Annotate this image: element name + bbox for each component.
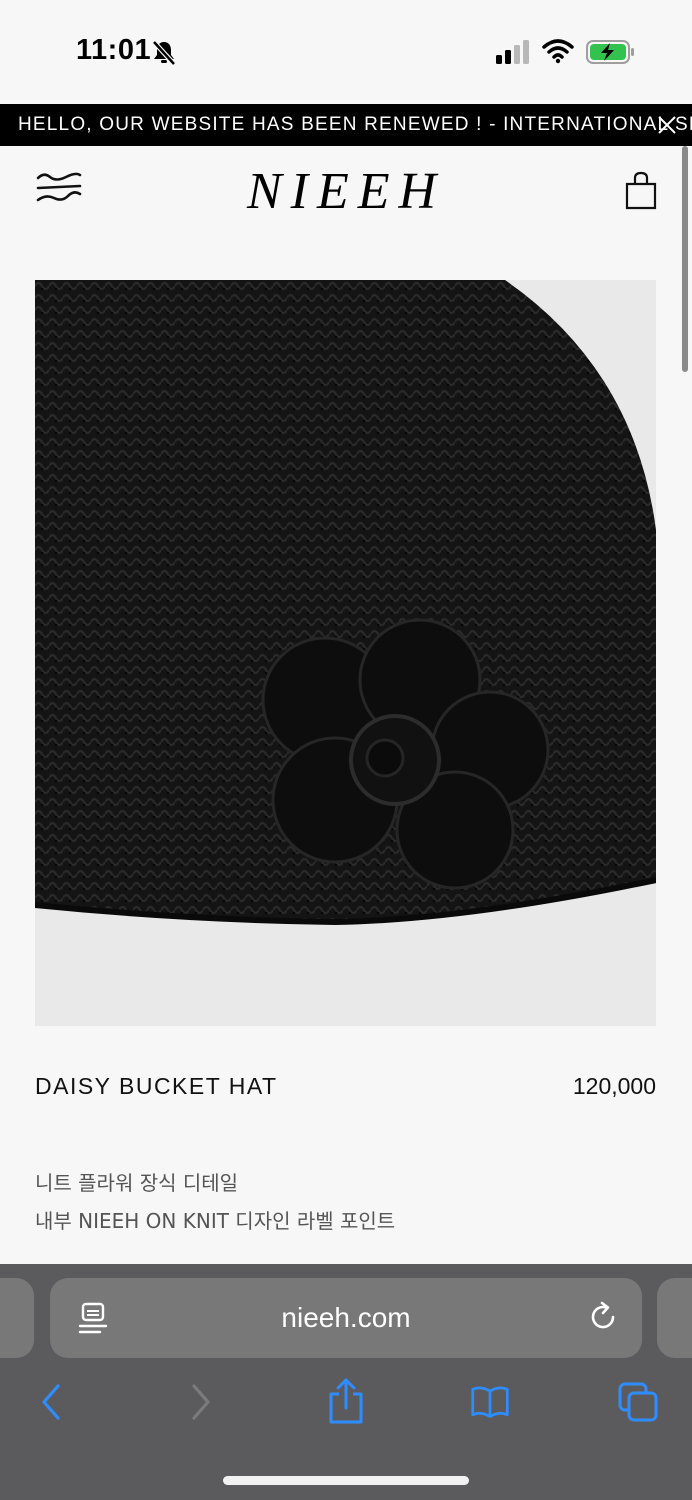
site-logo[interactable]: NIEEH	[0, 162, 692, 221]
announcement-text[interactable]: HELLO, OUR WEBSITE HAS BEEN RENEWED ! - …	[18, 114, 692, 136]
reload-icon[interactable]	[588, 1300, 620, 1334]
page-scrollbar[interactable]	[682, 146, 688, 372]
product-description-line: 내부 NIEEH ON KNIT 디자인 라벨 포인트	[35, 1209, 396, 1233]
home-indicator[interactable]	[223, 1476, 469, 1485]
bucket-hat-photo	[35, 280, 656, 926]
tabs-icon[interactable]	[618, 1382, 658, 1422]
product-price: 120,000	[572, 1073, 656, 1099]
product-image[interactable]	[35, 280, 656, 1026]
browser-toolbar: nieeh.com	[0, 1264, 692, 1500]
site-header: NIEEH	[0, 146, 692, 246]
bell-slash-icon	[152, 40, 176, 66]
wifi-icon	[542, 39, 574, 64]
announcement-bar: HELLO, OUR WEBSITE HAS BEEN RENEWED ! - …	[0, 104, 692, 146]
status-time: 11:01	[76, 34, 152, 66]
shopping-bag-icon[interactable]	[624, 170, 658, 210]
forward-icon[interactable]	[180, 1382, 220, 1422]
product-name: DAISY BUCKET HAT	[35, 1073, 278, 1099]
address-bar[interactable]: nieeh.com	[50, 1278, 642, 1358]
close-icon[interactable]	[654, 112, 680, 138]
product-description-line: 니트 플라워 장식 디테일	[35, 1171, 239, 1195]
back-icon[interactable]	[32, 1382, 72, 1422]
status-bar: 11:01	[0, 0, 692, 104]
signal-icon	[496, 40, 529, 64]
url-text[interactable]: nieeh.com	[50, 1302, 642, 1334]
next-tab-preview[interactable]	[657, 1278, 692, 1358]
share-icon[interactable]	[326, 1378, 366, 1424]
previous-tab-preview[interactable]	[0, 1278, 34, 1358]
battery-charging-icon	[586, 40, 634, 64]
bookmarks-icon[interactable]	[470, 1382, 510, 1422]
